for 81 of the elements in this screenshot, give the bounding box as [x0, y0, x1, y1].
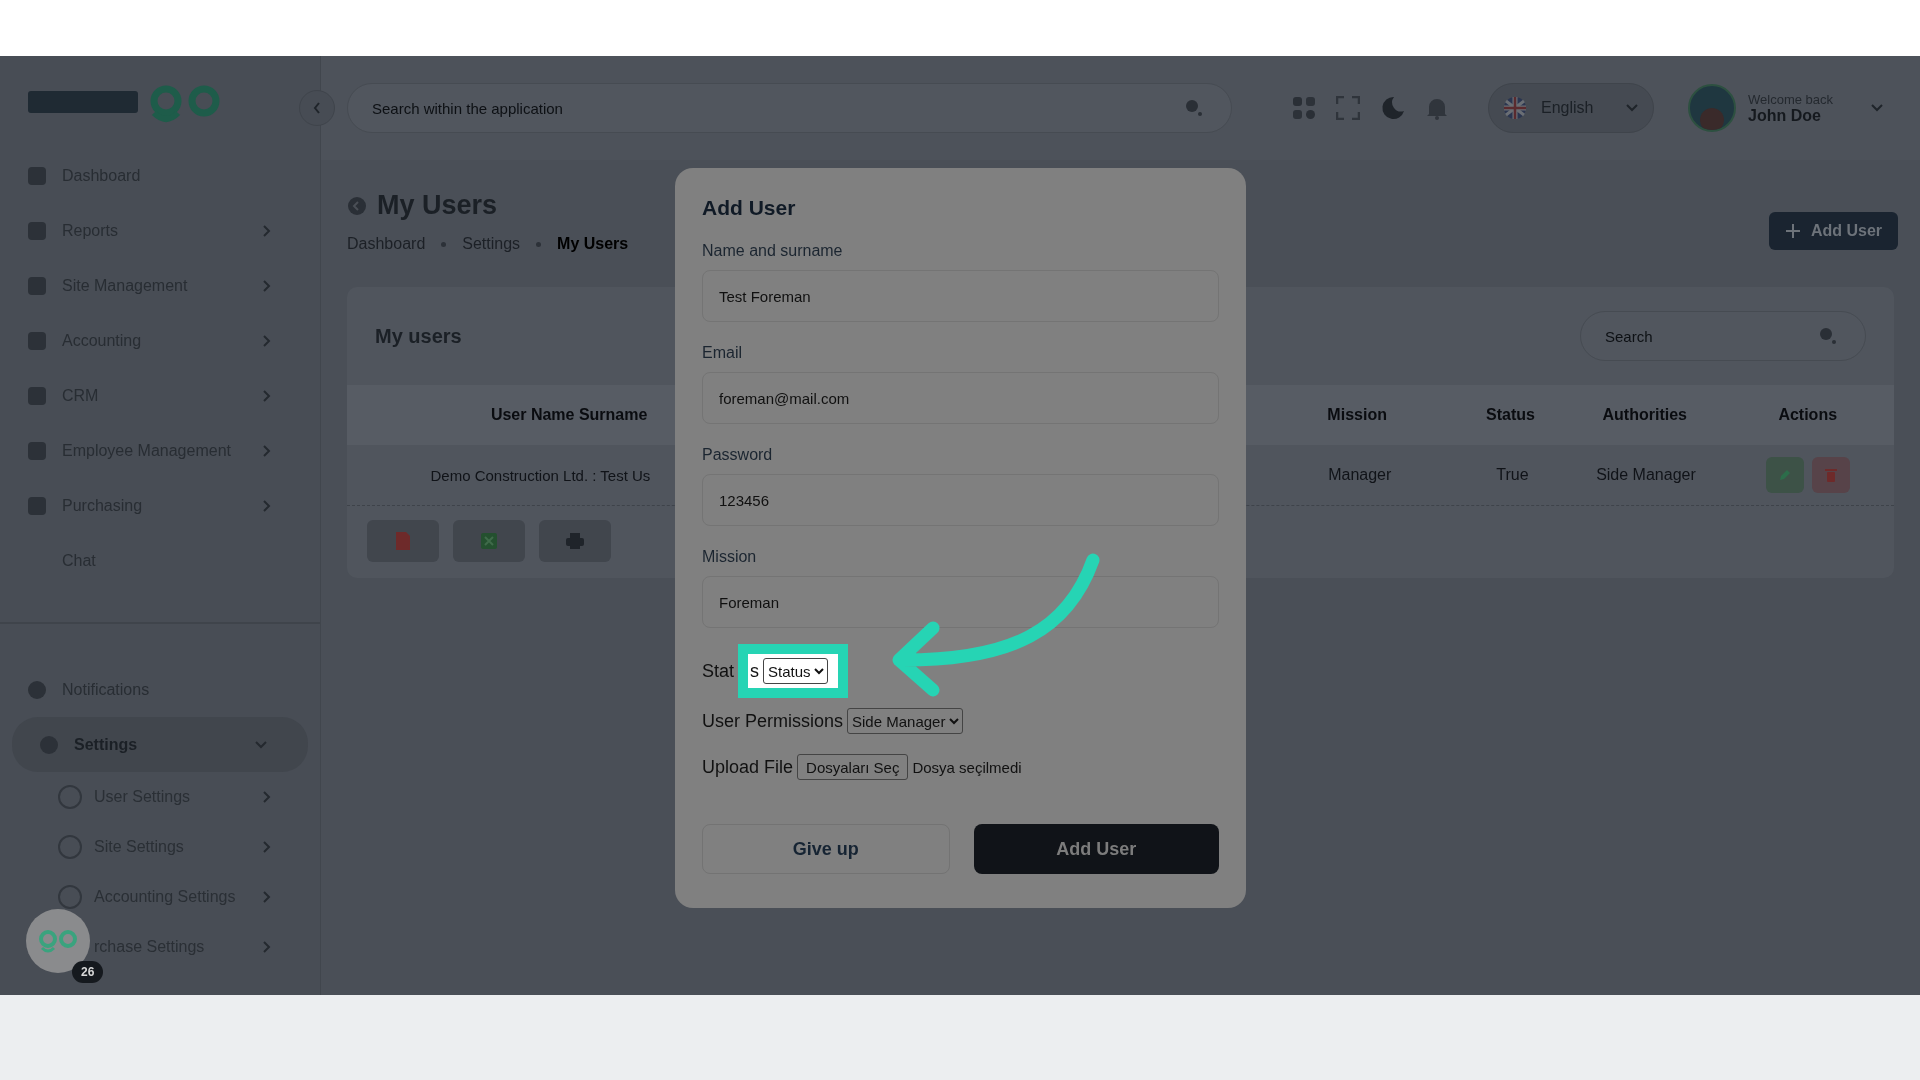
- flag-icon: [1503, 96, 1527, 120]
- menu-icon: [28, 441, 46, 460]
- add-user-button[interactable]: Add User: [973, 824, 1219, 874]
- field-label: Mission: [702, 548, 758, 566]
- column-header: Status: [1485, 406, 1536, 424]
- column-header: Mission: [1326, 406, 1388, 424]
- pdf-file-icon: [395, 531, 411, 551]
- column-header: Actions: [1777, 406, 1839, 424]
- menu-icon: [28, 386, 46, 405]
- choose-file-button[interactable]: Dosyaları Seç: [797, 754, 909, 780]
- table-cell-text: Side Manager: [1595, 466, 1697, 484]
- separator-dot: [441, 241, 447, 247]
- field-label: Name and surname: [702, 242, 844, 260]
- bell-icon[interactable]: [1426, 96, 1448, 120]
- input-field[interactable]: Test Foreman: [702, 270, 1219, 322]
- add-user-button[interactable]: Add User: [1768, 212, 1898, 250]
- menu-icon: [28, 166, 46, 185]
- field-label: s: [750, 660, 760, 682]
- search-field[interactable]: Search: [1580, 311, 1866, 361]
- edit-button[interactable]: [1766, 457, 1805, 493]
- chevron-left-icon: [313, 102, 321, 114]
- file-status-text: Dosya seçilmedi: [912, 758, 1022, 776]
- input-field[interactable]: 123456: [702, 474, 1219, 526]
- chevron-down-icon[interactable]: [1870, 103, 1884, 113]
- chevron-right-icon: [262, 388, 272, 403]
- chevron-right-icon: [262, 443, 272, 458]
- separator-dot: [536, 241, 542, 247]
- logo-icon: [38, 928, 78, 954]
- search-icon: [1184, 98, 1204, 118]
- print-button[interactable]: [539, 520, 611, 562]
- dialog-title: Add User: [702, 196, 797, 220]
- chevron-right-icon: [262, 940, 272, 954]
- collapse-button[interactable]: [299, 90, 335, 126]
- count-badge: 26: [72, 961, 104, 983]
- chevron-right-icon: [262, 278, 272, 293]
- chevron-right-icon: [262, 790, 272, 804]
- avatar[interactable]: [1688, 84, 1736, 132]
- spreadsheet-icon: [480, 532, 498, 550]
- input-field[interactable]: foreman@mail.com: [702, 372, 1219, 424]
- column-header: Authorities: [1601, 406, 1688, 424]
- menu-icon: [28, 496, 46, 515]
- trash-icon: [1824, 467, 1839, 483]
- menu-icon: [28, 331, 46, 350]
- give-up-button[interactable]: Give up: [702, 824, 950, 874]
- plus-icon: [1784, 223, 1801, 239]
- menu-icon: [28, 221, 46, 240]
- chevron-right-icon: [262, 498, 272, 513]
- circle-icon: [58, 835, 82, 859]
- back-icon[interactable]: [347, 195, 367, 216]
- field-label: User Permissions: [702, 710, 844, 732]
- field-label: Password: [702, 446, 774, 464]
- field-label: Stat: [702, 660, 735, 682]
- status-dropdown[interactable]: Status: [763, 658, 829, 684]
- grid-icon[interactable]: [1292, 96, 1316, 120]
- table-cell-text: Demo Construction Ltd. : Test Us: [429, 466, 652, 484]
- table-cell-text: Manager: [1327, 466, 1393, 484]
- chevron-down-icon: [254, 739, 268, 750]
- excel-export-button[interactable]: [453, 520, 525, 562]
- chevron-right-icon: [262, 840, 272, 854]
- field-label: Upload File: [702, 756, 794, 778]
- pencil-icon: [1778, 468, 1793, 482]
- chevron-right-icon: [262, 333, 272, 348]
- search-field[interactable]: Search within the application: [347, 83, 1232, 133]
- field-label: Email: [702, 344, 743, 362]
- pdf-export-button[interactable]: [367, 520, 439, 562]
- moon-icon[interactable]: [1380, 95, 1406, 121]
- search-icon: [1818, 326, 1838, 346]
- chevron-right-icon: [262, 223, 272, 238]
- delete-button[interactable]: [1812, 457, 1851, 493]
- fullscreen-icon[interactable]: [1336, 96, 1360, 120]
- menu-icon: [28, 276, 46, 295]
- printer-icon: [565, 532, 585, 550]
- menu-icon: [28, 680, 46, 699]
- input-field[interactable]: Foreman: [702, 576, 1219, 628]
- chevron-down-icon: [1625, 103, 1639, 113]
- permissions-dropdown[interactable]: Side Manager: [847, 708, 964, 734]
- table-cell-text: True: [1495, 466, 1530, 484]
- user-name: John Doe: [1748, 106, 1822, 125]
- chevron-right-icon: [262, 890, 272, 904]
- breadcrumb-link[interactable]: My Users: [557, 235, 629, 253]
- circle-icon: [58, 785, 82, 809]
